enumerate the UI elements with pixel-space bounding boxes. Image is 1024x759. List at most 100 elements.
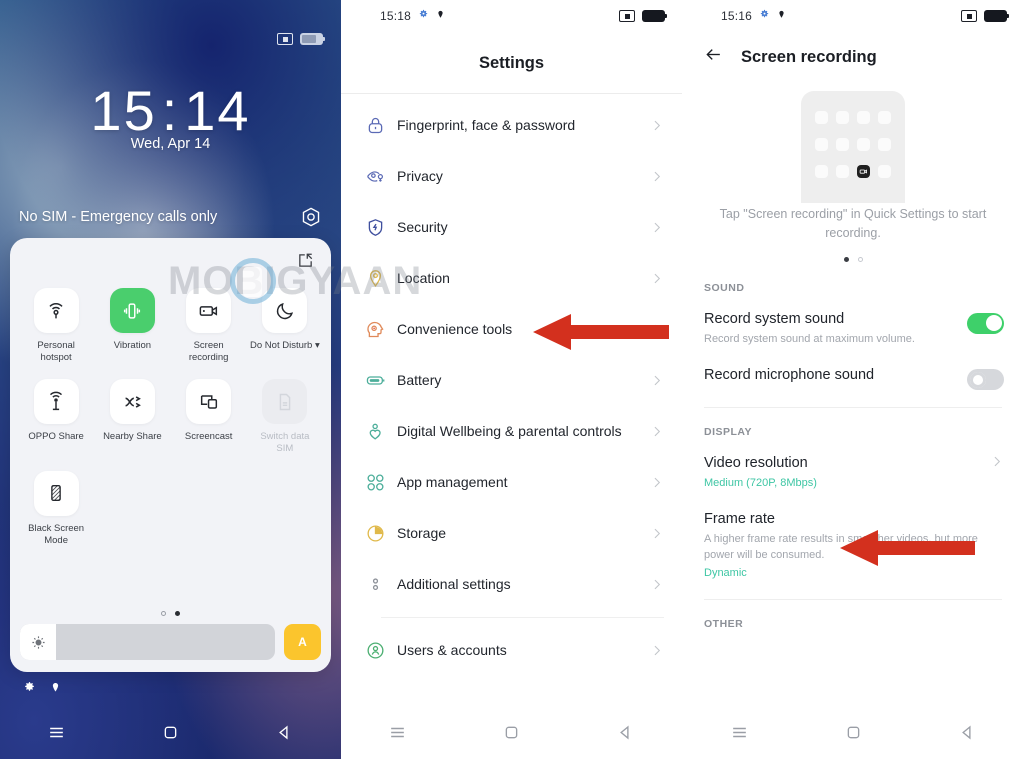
qs-tile-personal-hotspot[interactable]: Personal hotspot xyxy=(18,288,94,364)
page-title: Screen recording xyxy=(741,47,877,66)
statusbar-time: 15:18 xyxy=(380,9,412,23)
sidebar-item-label: Digital Wellbeing & parental controls xyxy=(397,423,622,440)
back-icon[interactable] xyxy=(616,723,635,747)
home-icon[interactable] xyxy=(161,723,180,747)
qs-tile-nearby-share[interactable]: Nearby Share xyxy=(94,379,170,455)
home-icon[interactable] xyxy=(502,723,521,747)
illustration-page-dots[interactable] xyxy=(682,243,1024,272)
chevron-right-icon xyxy=(648,220,664,235)
section-header-sound: SOUND xyxy=(704,281,745,294)
page-dot-1[interactable] xyxy=(843,256,849,262)
app-grid-dot xyxy=(857,138,871,151)
auto-brightness-button[interactable]: A xyxy=(284,624,321,660)
home-icon[interactable] xyxy=(844,723,863,747)
chevron-right-icon xyxy=(988,454,1004,469)
section-header-other: OTHER xyxy=(704,617,744,630)
row-title: Record system sound xyxy=(704,310,845,327)
app-grid-dot xyxy=(835,138,849,151)
sidebar-item-storage[interactable]: Storage xyxy=(341,508,682,559)
row-title: Frame rate xyxy=(704,510,775,527)
camera-shortcut-icon[interactable] xyxy=(300,206,322,228)
quick-settings-page-dots[interactable] xyxy=(10,611,331,616)
app-grid-dot xyxy=(878,111,892,124)
arrow-convenience-tools xyxy=(533,314,669,350)
qs-tile-screencast[interactable]: Screencast xyxy=(171,379,247,455)
chevron-right-icon xyxy=(648,373,664,388)
sidebar-item-privacy[interactable]: Privacy xyxy=(341,151,682,202)
qs-label: Screen recording xyxy=(188,340,229,364)
location-pin-icon xyxy=(436,7,445,25)
sidebar-item-security[interactable]: Security xyxy=(341,202,682,253)
arrow-video-resolution xyxy=(840,530,975,566)
toggle-record-system-sound[interactable] xyxy=(967,312,1004,334)
chevron-right-icon xyxy=(648,643,664,658)
sim-card-icon xyxy=(262,379,308,425)
row-record-microphone-sound[interactable]: Record microphone sound xyxy=(682,357,1024,399)
oppo-share-icon xyxy=(33,379,79,425)
row-value: Dynamic xyxy=(704,566,747,579)
sidebar-item-digital-wellbeing[interactable]: Digital Wellbeing & parental controls xyxy=(341,406,682,457)
row-video-resolution[interactable]: Video resolution Medium (720P, 8Mbps) xyxy=(682,445,1024,501)
screen-recording-header: Screen recording xyxy=(682,32,1024,69)
personal-hotspot-icon xyxy=(33,288,79,333)
sidebar-item-additional-settings[interactable]: Additional settings xyxy=(341,559,682,610)
convenience-tools-icon xyxy=(358,319,392,340)
qs-tile-vibration[interactable]: Vibration xyxy=(94,288,170,364)
toggle-record-microphone-sound[interactable] xyxy=(967,369,1004,390)
lockscreen-clock: 15:14 xyxy=(0,78,341,143)
sidebar-item-app-management[interactable]: App management xyxy=(341,457,682,508)
lockscreen-date: Wed, Apr 14 xyxy=(130,136,211,152)
page-dot-2[interactable] xyxy=(857,256,863,262)
row-record-system-sound[interactable]: Record system sound Record system sound … xyxy=(682,301,1024,358)
page-dot-2[interactable] xyxy=(175,611,180,616)
edit-icon[interactable] xyxy=(297,252,314,269)
brightness-row: A xyxy=(20,624,321,660)
chevron-right-icon xyxy=(648,271,664,286)
recents-icon[interactable] xyxy=(388,723,407,747)
sidebar-item-label: Privacy xyxy=(397,168,443,185)
qs-tile-oppo-share[interactable]: OPPO Share xyxy=(18,379,94,455)
back-icon[interactable] xyxy=(958,723,977,747)
app-grid-dot xyxy=(814,138,828,151)
do-not-disturb-icon xyxy=(262,288,308,333)
qs-tile-screen-recording[interactable]: Screen recording xyxy=(171,288,247,364)
qs-tile-do-not-disturb[interactable]: Do Not Disturb ▾ xyxy=(247,288,323,364)
sidebar-item-users-accounts[interactable]: Users & accounts xyxy=(341,625,682,676)
app-grid-dot xyxy=(814,165,828,178)
vibration-icon xyxy=(109,288,155,333)
settings-gear-icon[interactable] xyxy=(23,681,36,699)
qs-tile-black-screen-mode[interactable]: Black Screen Mode xyxy=(18,470,94,547)
sidebar-item-location[interactable]: Location xyxy=(341,253,682,304)
sim-status-row: No SIM - Emergency calls only xyxy=(19,206,322,228)
app-grid-dot xyxy=(878,138,892,151)
sidebar-item-fingerprint-face-password[interactable]: Fingerprint, face & password xyxy=(341,100,682,151)
sidebar-item-battery[interactable]: Battery xyxy=(341,355,682,406)
back-icon[interactable] xyxy=(275,723,294,747)
chevron-right-icon xyxy=(648,577,664,592)
sidebar-item-label: Users & accounts xyxy=(397,642,507,659)
battery-icon xyxy=(642,10,667,22)
section-header-display: DISPLAY xyxy=(704,426,753,438)
clock-minutes: 14 xyxy=(184,79,251,142)
back-arrow-icon[interactable] xyxy=(704,45,723,69)
chevron-right-icon xyxy=(648,424,664,439)
row-subtitle: Record system sound at maximum volume. xyxy=(704,333,915,346)
sidebar-item-label: Storage xyxy=(397,525,447,542)
brightness-slider[interactable] xyxy=(20,624,275,660)
qs-tile-switch-data-sim[interactable]: Switch data SIM xyxy=(247,379,323,455)
sidebar-item-label: Location xyxy=(397,270,450,287)
screenshot-stage: 15:14 Wed, Apr 14 No SIM - Emergency cal… xyxy=(0,0,1024,759)
black-screen-mode-icon xyxy=(33,470,79,516)
recents-icon[interactable] xyxy=(47,723,66,747)
screen-recording-statusbar: 15:16 xyxy=(682,0,1024,32)
qs-label: Switch data SIM xyxy=(260,431,310,455)
divider xyxy=(341,93,682,94)
battery-icon xyxy=(300,33,325,45)
cast-icon xyxy=(619,10,635,22)
auto-brightness-label: A xyxy=(298,635,307,649)
recents-icon[interactable] xyxy=(730,723,749,747)
users-accounts-icon xyxy=(358,640,392,661)
app-grid-dot xyxy=(835,111,849,124)
screen-recording-hint: Tap "Screen recording" in Quick Settings… xyxy=(719,207,987,240)
page-dot-1[interactable] xyxy=(161,611,166,616)
